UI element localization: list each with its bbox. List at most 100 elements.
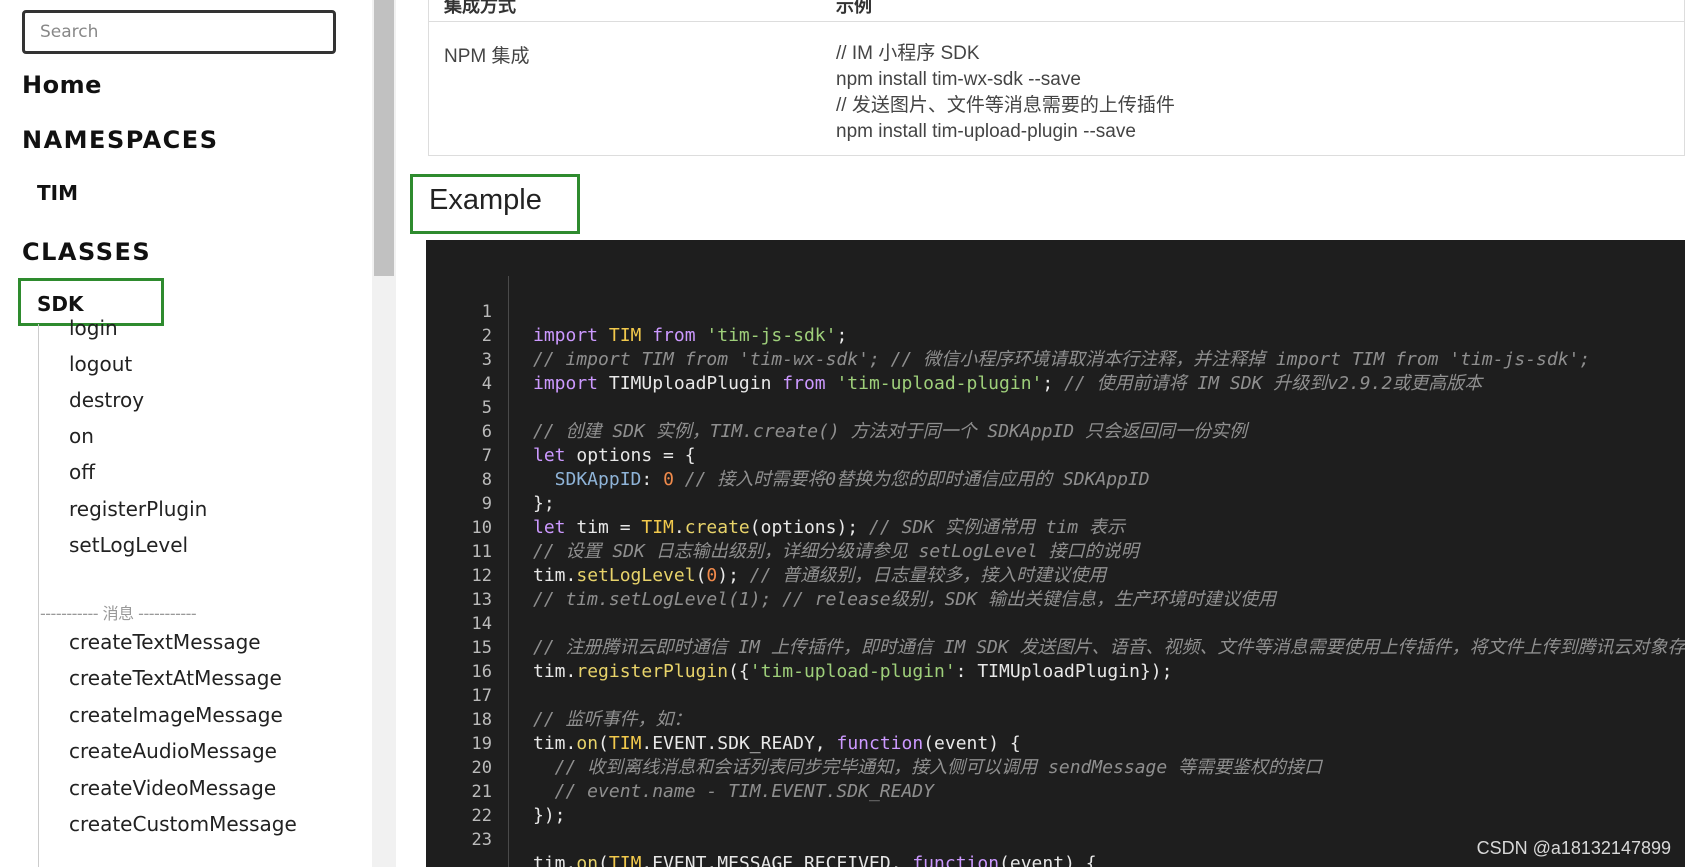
code-comment: // 普通级别，日志量较多，接入时建议使用	[749, 565, 1107, 586]
code-token: function	[912, 853, 1000, 867]
sdk-method-list: login logout destroy on off registerPlug…	[38, 316, 338, 867]
code-token: tim =	[565, 517, 642, 538]
code-token: .EVENT.MESSAGE_RECEIVED,	[641, 853, 913, 867]
code-comment: // 注册腾讯云即时通信 IM 上传插件，即时通信 IM SDK 发送图片、语音…	[533, 637, 1685, 658]
code-line: 23 tim.on(TIM.EVENT.MESSAGE_RECEIVED, fu…	[426, 804, 1097, 867]
code-line: 14 // 注册腾讯云即时通信 IM 上传插件，即时通信 IM SDK 发送图片…	[426, 588, 1685, 658]
code-line: 22	[426, 780, 492, 826]
method-link-createcustommessage[interactable]: createCustomMessage	[69, 812, 297, 836]
code-token: (	[598, 853, 609, 867]
method-link-registerplugin[interactable]: registerPlugin	[69, 497, 207, 521]
code-comment: // tim.setLogLevel(1); // release级别，SDK …	[533, 589, 1276, 610]
code-line: 12 // tim.setLogLevel(1); // release级别，S…	[426, 540, 1276, 610]
table-cell-npm: NPM 集成	[444, 46, 530, 67]
code-token: options = {	[565, 445, 696, 466]
code-token: function	[836, 733, 924, 754]
code-token: );	[717, 565, 750, 586]
code-token: ;	[836, 325, 848, 346]
code-comment: // 设置 SDK 日志输出级别，详细分级请参见 setLogLevel 接口的…	[533, 541, 1139, 562]
code-line: 4	[426, 348, 492, 394]
table-cell-line: // 发送图片、文件等消息需要的上传插件	[836, 95, 1175, 116]
code-comment: // 收到离线消息和会话列表同步完毕通知，接入侧可以调用 sendMessage…	[533, 757, 1323, 778]
code-comment: // 接入时需要将0替换为您的即时通信应用的 SDKAppID	[684, 469, 1150, 490]
table-cell-line: npm install tim-upload-plugin --save	[836, 121, 1136, 142]
method-link-createtextmessage[interactable]: createTextMessage	[69, 630, 261, 654]
section-divider-message: ----------- 消息 -----------	[40, 604, 197, 623]
code-token: };	[533, 493, 555, 514]
code-comment: // 使用前请将 IM SDK 升级到v2.9.2或更高版本	[1064, 373, 1483, 394]
code-line: 11 tim.setLogLevel(0); // 普通级别，日志量较多，接入时…	[426, 516, 1107, 586]
method-link-createvideomessage[interactable]: createVideoMessage	[69, 776, 276, 800]
nav-namespace-tim[interactable]: TIM	[37, 181, 78, 205]
code-token: TIM	[608, 733, 642, 754]
code-block: 1 import TIM from 'tim-js-sdk'; 2 // imp…	[426, 240, 1685, 867]
code-token: TIMUploadPlugin	[598, 373, 783, 394]
code-comment: // 创建 SDK 实例，TIM.create() 方法对于同一个 SDKApp…	[533, 421, 1247, 442]
sidebar-scrollbar-thumb[interactable]	[374, 0, 394, 276]
code-token: 0	[663, 469, 674, 490]
search-input[interactable]	[22, 10, 336, 54]
code-token: (options);	[749, 517, 869, 538]
code-token: from	[782, 373, 826, 394]
code-line: 17 // 监听事件，如：	[426, 660, 692, 730]
method-link-createaudiomessage[interactable]: createAudioMessage	[69, 739, 277, 763]
code-line: 19 // 收到离线消息和会话列表同步完毕通知，接入侧可以调用 sendMess…	[426, 708, 1323, 778]
code-token: import	[533, 325, 599, 346]
code-token: create	[684, 517, 750, 538]
code-comment: // event.name - TIM.EVENT.SDK_READY	[533, 781, 934, 802]
code-token: registerPlugin	[576, 661, 729, 682]
method-link-off[interactable]: off	[69, 460, 95, 484]
code-token: ;	[1042, 373, 1065, 394]
code-token: 0	[706, 565, 718, 586]
table-cell-npm-example: // IM 小程序 SDK npm install tim-wx-sdk --s…	[836, 41, 1175, 145]
method-link-on[interactable]: on	[69, 424, 94, 448]
code-line: 7 SDKAppID: 0 // 接入时需要将0替换为您的即时通信应用的 SDK…	[426, 420, 1150, 490]
code-token: import	[533, 373, 599, 394]
code-token: (	[695, 565, 707, 586]
code-comment: // SDK 实例通常用 tim 表示	[868, 517, 1126, 538]
code-gutter-divider	[508, 276, 509, 867]
code-line: 6 let options = {	[426, 396, 696, 466]
code-token: (event) {	[923, 733, 1021, 754]
code-token: on	[576, 733, 599, 754]
code-comment: // import TIM from 'tim-wx-sdk'; // 微信小程…	[533, 349, 1591, 370]
code-token: tim.	[533, 565, 577, 586]
main-content: 集成方式 示例 NPM 集成 // IM 小程序 SDK npm install…	[396, 0, 1685, 867]
method-link-login[interactable]: login	[69, 316, 118, 340]
method-link-destroy[interactable]: destroy	[69, 388, 144, 412]
code-line: 18 tim.on(TIM.EVENT.SDK_READY, function(…	[426, 684, 1021, 754]
code-token: (event) {	[999, 853, 1097, 867]
code-token: tim.	[533, 853, 577, 867]
code-token: TIM	[608, 853, 642, 867]
table-header-method: 集成方式	[444, 0, 516, 16]
watermark: CSDN @a18132147899	[1476, 838, 1671, 858]
method-link-createtextatmessage[interactable]: createTextAtMessage	[69, 666, 282, 690]
method-link-createimagemessage[interactable]: createImageMessage	[69, 703, 283, 727]
code-token: let	[533, 517, 566, 538]
code-token: tim.	[533, 661, 577, 682]
sidebar: Home NAMESPACES TIM CLASSES SDK login lo…	[0, 0, 372, 867]
code-token: (	[598, 733, 609, 754]
code-token: 'tim-upload-plugin'	[825, 373, 1043, 394]
code-token: .	[673, 517, 685, 538]
code-token: ({	[728, 661, 750, 682]
code-token: tim.	[533, 733, 577, 754]
code-token: : TIMUploadPlugin});	[955, 661, 1173, 682]
nav-home-link[interactable]: Home	[22, 71, 102, 99]
code-line: 8 };	[426, 444, 555, 514]
code-token: on	[576, 853, 599, 867]
code-line: 5 // 创建 SDK 实例，TIM.create() 方法对于同一个 SDKA…	[426, 372, 1247, 442]
table-header-row: 集成方式 示例	[429, 0, 1684, 22]
example-heading: Example	[410, 174, 580, 234]
code-line: 16	[426, 636, 492, 682]
code-token: setLogLevel	[576, 565, 696, 586]
method-link-setloglevel[interactable]: setLogLevel	[69, 533, 188, 557]
code-token: 'tim-upload-plugin'	[749, 661, 956, 682]
table-cell-line: npm install tim-wx-sdk --save	[836, 69, 1081, 90]
code-token: .EVENT.SDK_READY,	[641, 733, 837, 754]
line-number: 23	[471, 830, 492, 850]
code-line: 13	[426, 564, 492, 610]
code-line: 9 let tim = TIM.create(options); // SDK …	[426, 468, 1125, 538]
namespaces-heading: NAMESPACES	[22, 126, 219, 154]
method-link-logout[interactable]: logout	[69, 352, 132, 376]
